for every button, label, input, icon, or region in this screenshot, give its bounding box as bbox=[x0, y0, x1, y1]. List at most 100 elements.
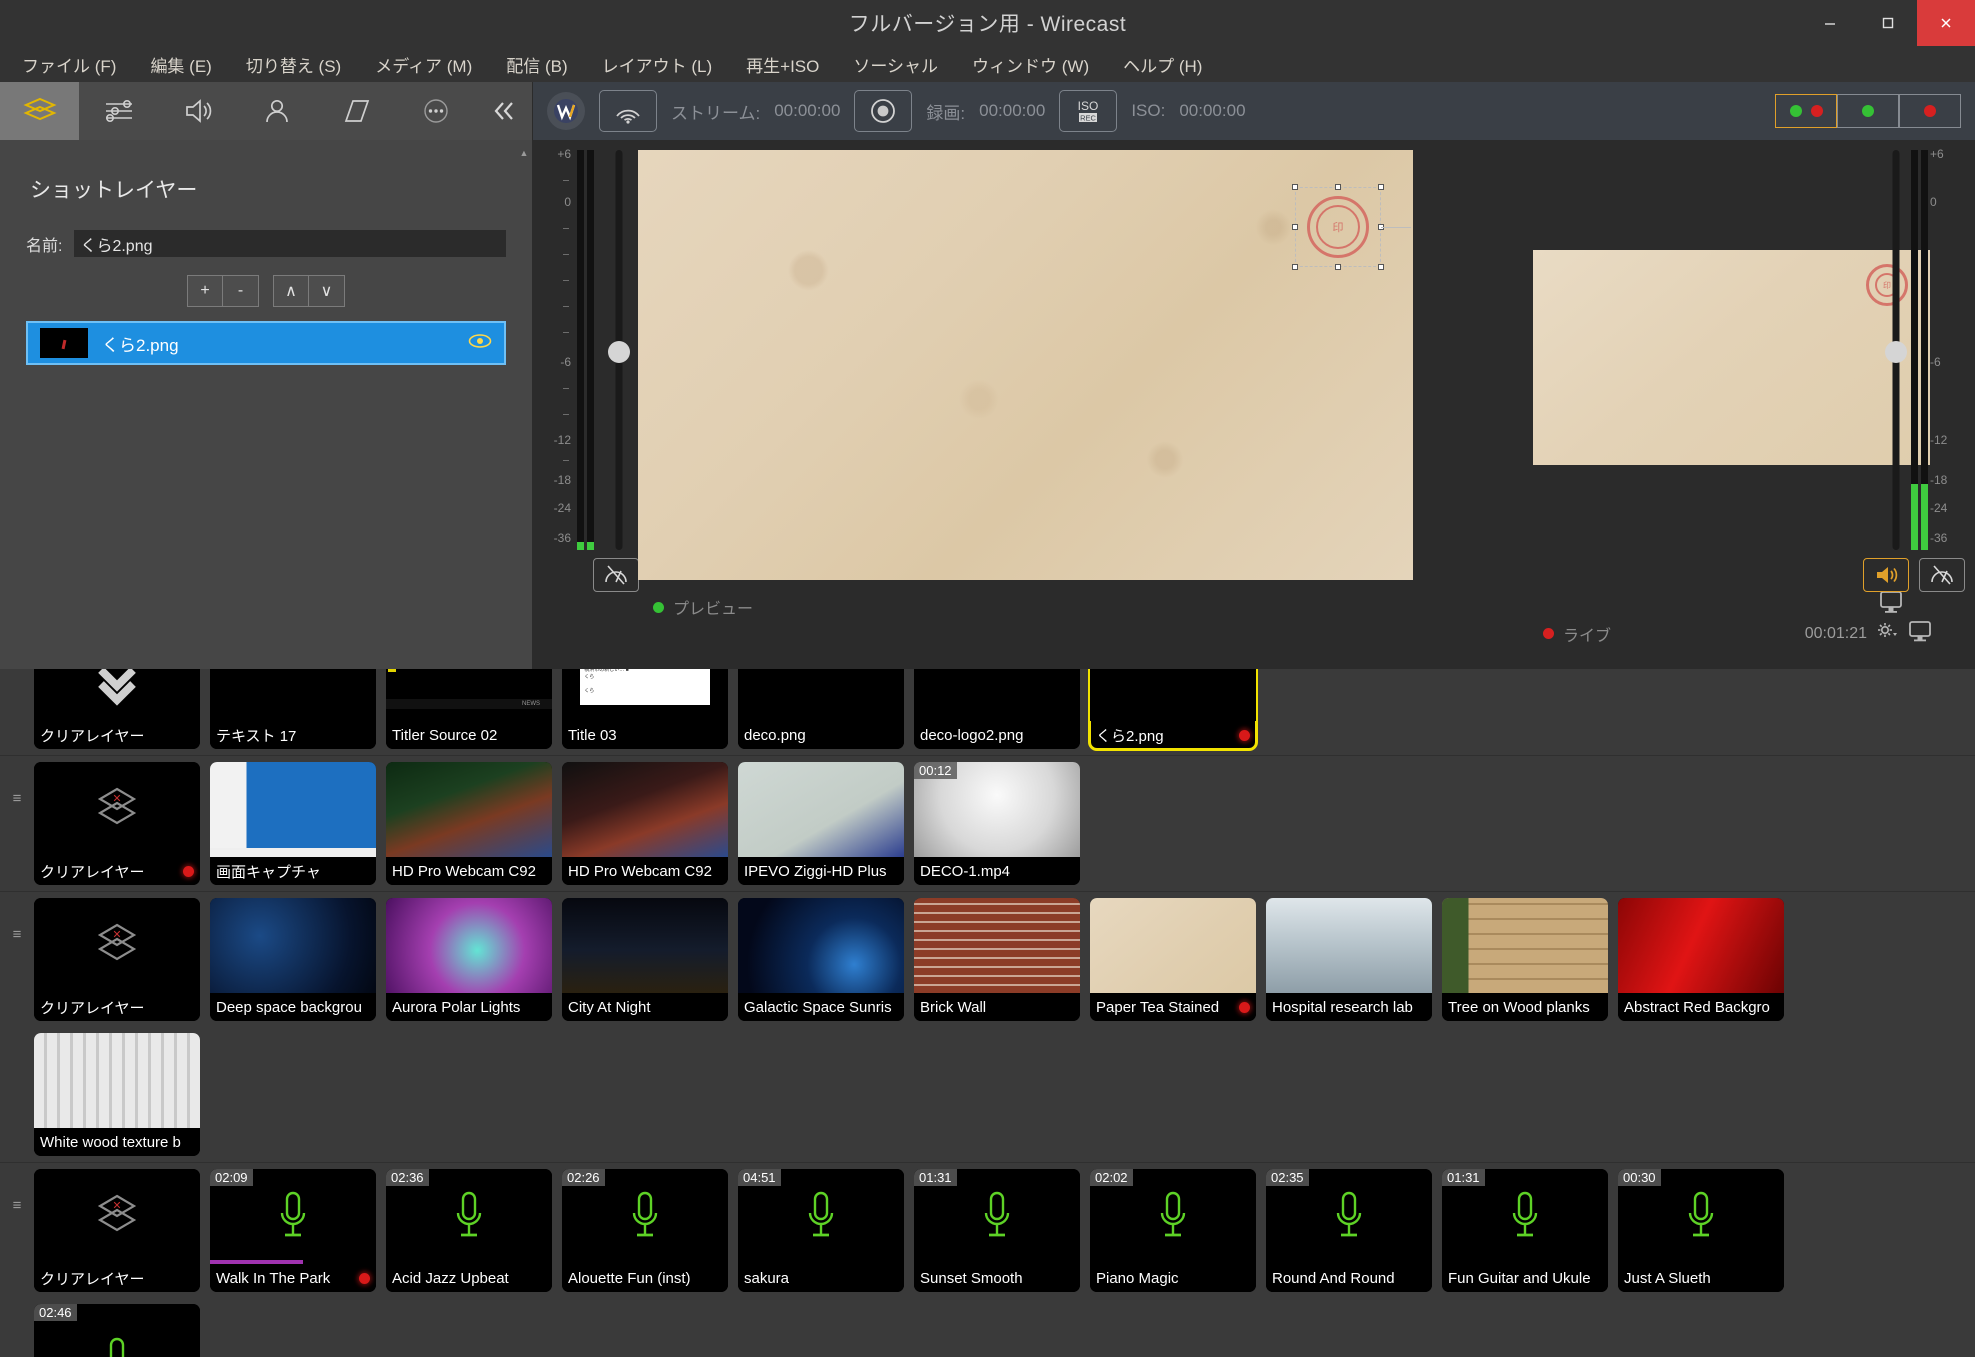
shot-item[interactable]: 01:31 Sunset Smooth bbox=[914, 1169, 1080, 1292]
shot-item[interactable]: みない京子様!!! テキスト 17 bbox=[210, 669, 376, 749]
status-light-1[interactable] bbox=[1775, 94, 1837, 128]
shot-item[interactable]: クリアレイヤー bbox=[34, 669, 200, 749]
shot-item[interactable]: White wood texture b bbox=[34, 1033, 200, 1156]
live-monitor-output-button[interactable] bbox=[1907, 620, 1933, 647]
shot-thumbnail bbox=[1090, 669, 1256, 721]
remove-layer-button[interactable]: - bbox=[223, 275, 259, 307]
shot-item[interactable]: City At Night bbox=[562, 898, 728, 1021]
shot-item[interactable]: 02:36 Acid Jazz Upbeat bbox=[386, 1169, 552, 1292]
shot-item[interactable]: 00:12 DECO-1.mp4 bbox=[914, 762, 1080, 885]
menu-switch[interactable]: 切り替え (S) bbox=[246, 52, 341, 77]
preview-monitor[interactable]: 印 bbox=[638, 150, 1413, 580]
shot-item[interactable]: ✕ クリアレイヤー bbox=[34, 762, 200, 885]
fader-knob[interactable] bbox=[608, 341, 630, 363]
move-layer-up-button[interactable]: ∧ bbox=[273, 275, 309, 307]
shot-item[interactable]: Deep space backgrou bbox=[210, 898, 376, 1021]
shot-label: Walk In The Park bbox=[216, 1269, 331, 1287]
close-button[interactable] bbox=[1917, 0, 1975, 46]
shot-label: 画面キャプチャ bbox=[210, 857, 376, 885]
shot-item[interactable]: Aurora Polar Lights bbox=[386, 898, 552, 1021]
shot-item[interactable]: HD Pro Webcam C92 bbox=[562, 762, 728, 885]
maximize-button[interactable] bbox=[1859, 0, 1917, 46]
shot-item-selected[interactable]: くら2.png bbox=[1088, 669, 1258, 751]
shot-item[interactable]: 02:26 Alouette Fun (inst) bbox=[562, 1169, 728, 1292]
preview-meter-toggle-button[interactable] bbox=[593, 558, 639, 592]
inspector-scrollbar[interactable]: ▲ ▼ bbox=[519, 148, 529, 680]
shot-item[interactable]: deco-logo2.png bbox=[914, 669, 1080, 749]
iso-record-button[interactable]: ISO REC bbox=[1059, 90, 1118, 132]
record-button[interactable] bbox=[854, 90, 913, 132]
shot-item[interactable]: ✕ クリアレイヤー bbox=[34, 1169, 200, 1292]
selected-object-bounds[interactable]: 印 bbox=[1292, 184, 1411, 270]
person-icon bbox=[266, 99, 289, 123]
layer-name-input[interactable] bbox=[74, 230, 506, 257]
rotation-handle[interactable] bbox=[1381, 227, 1411, 228]
status-light-3[interactable] bbox=[1899, 94, 1961, 128]
menu-window[interactable]: ウィンドウ (W) bbox=[972, 52, 1089, 77]
shot-item[interactable]: 画面キャプチャ bbox=[210, 762, 376, 885]
live-settings-button[interactable] bbox=[1876, 621, 1898, 646]
resize-handle-w[interactable] bbox=[1292, 224, 1298, 230]
live-meter-toggle-button[interactable] bbox=[1919, 558, 1965, 592]
preview-monitor-output-button[interactable] bbox=[1878, 590, 1904, 619]
collapse-panel-button[interactable] bbox=[475, 82, 532, 140]
stream-button[interactable] bbox=[599, 90, 657, 132]
resize-handle-n[interactable] bbox=[1335, 184, 1341, 190]
shot-item[interactable]: Hospital research lab bbox=[1266, 898, 1432, 1021]
tab-audio[interactable] bbox=[158, 82, 237, 140]
menu-social[interactable]: ソーシャル bbox=[853, 52, 938, 77]
shot-item[interactable]: Galactic Space Sunris bbox=[738, 898, 904, 1021]
eye-icon[interactable] bbox=[468, 333, 492, 354]
resize-handle-nw[interactable] bbox=[1292, 184, 1298, 190]
resize-handle-ne[interactable] bbox=[1378, 184, 1384, 190]
resize-handle-s[interactable] bbox=[1335, 264, 1341, 270]
shot-item[interactable]: 01:31 Fun Guitar and Ukule bbox=[1442, 1169, 1608, 1292]
tab-transform[interactable] bbox=[317, 82, 396, 140]
resize-handle-se[interactable] bbox=[1378, 264, 1384, 270]
layer-list-item[interactable]: くら2.png bbox=[26, 321, 506, 365]
shot-item[interactable]: 02:46 bbox=[34, 1304, 200, 1357]
row-drag-handle[interactable]: ≡ bbox=[0, 762, 34, 806]
tab-more[interactable] bbox=[396, 82, 475, 140]
menu-help[interactable]: ヘルプ (H) bbox=[1123, 52, 1202, 77]
menu-file[interactable]: ファイル (F) bbox=[22, 52, 116, 77]
shot-item[interactable]: Tree on Wood planks bbox=[1442, 898, 1608, 1021]
add-layer-button[interactable]: + bbox=[187, 275, 223, 307]
shot-item[interactable]: NEWS Titler Source 02 bbox=[386, 669, 552, 749]
row-drag-handle[interactable]: ≡ bbox=[0, 1169, 34, 1213]
live-volume-fader[interactable] bbox=[1885, 150, 1907, 550]
tab-controls[interactable] bbox=[79, 82, 158, 140]
resize-handle-sw[interactable] bbox=[1292, 264, 1298, 270]
live-mute-button[interactable] bbox=[1863, 558, 1909, 592]
shot-item[interactable]: 00:30 Just A Slueth bbox=[1618, 1169, 1784, 1292]
menu-layout[interactable]: レイアウト (L) bbox=[602, 52, 713, 77]
menu-edit[interactable]: 編集 (E) bbox=[150, 52, 211, 77]
menu-media[interactable]: メディア (M) bbox=[375, 52, 472, 77]
shot-item[interactable]: 04:51 sakura bbox=[738, 1169, 904, 1292]
preview-volume-fader[interactable] bbox=[608, 150, 630, 550]
shot-item[interactable]: HD Pro Webcam C92 bbox=[386, 762, 552, 885]
shot-item[interactable]: Abstract Red Backgro bbox=[1618, 898, 1784, 1021]
shot-item[interactable]: deco.png bbox=[738, 669, 904, 749]
shot-item[interactable]: 02:35 Round And Round bbox=[1266, 1169, 1432, 1292]
shot-item[interactable]: 02:02 Piano Magic bbox=[1090, 1169, 1256, 1292]
shot-thumbnail bbox=[386, 762, 552, 857]
shot-item[interactable]: IPEVO Ziggi-HD Plus bbox=[738, 762, 904, 885]
scroll-up-arrow[interactable]: ▲ bbox=[519, 148, 529, 158]
live-time: 00:01:21 bbox=[1804, 624, 1867, 642]
move-layer-down-button[interactable]: ∨ bbox=[309, 275, 345, 307]
tab-layers[interactable] bbox=[0, 82, 80, 140]
row-drag-handle[interactable] bbox=[0, 669, 34, 681]
shot-item[interactable]: 横浜市の新しい… ■ くら くら Title 03 bbox=[562, 669, 728, 749]
minimize-button[interactable] bbox=[1801, 0, 1859, 46]
shot-item[interactable]: Brick Wall bbox=[914, 898, 1080, 1021]
menu-playback-iso[interactable]: 再生+ISO bbox=[746, 52, 819, 77]
shot-item[interactable]: 02:09 Walk In The Park bbox=[210, 1169, 376, 1292]
menu-broadcast[interactable]: 配信 (B) bbox=[506, 52, 567, 77]
shot-item[interactable]: Paper Tea Stained bbox=[1090, 898, 1256, 1021]
tab-person[interactable] bbox=[238, 82, 317, 140]
status-light-2[interactable] bbox=[1837, 94, 1899, 128]
row-drag-handle[interactable]: ≡ bbox=[0, 898, 34, 942]
shot-item[interactable]: ✕ クリアレイヤー bbox=[34, 898, 200, 1021]
fader-knob[interactable] bbox=[1885, 341, 1907, 363]
